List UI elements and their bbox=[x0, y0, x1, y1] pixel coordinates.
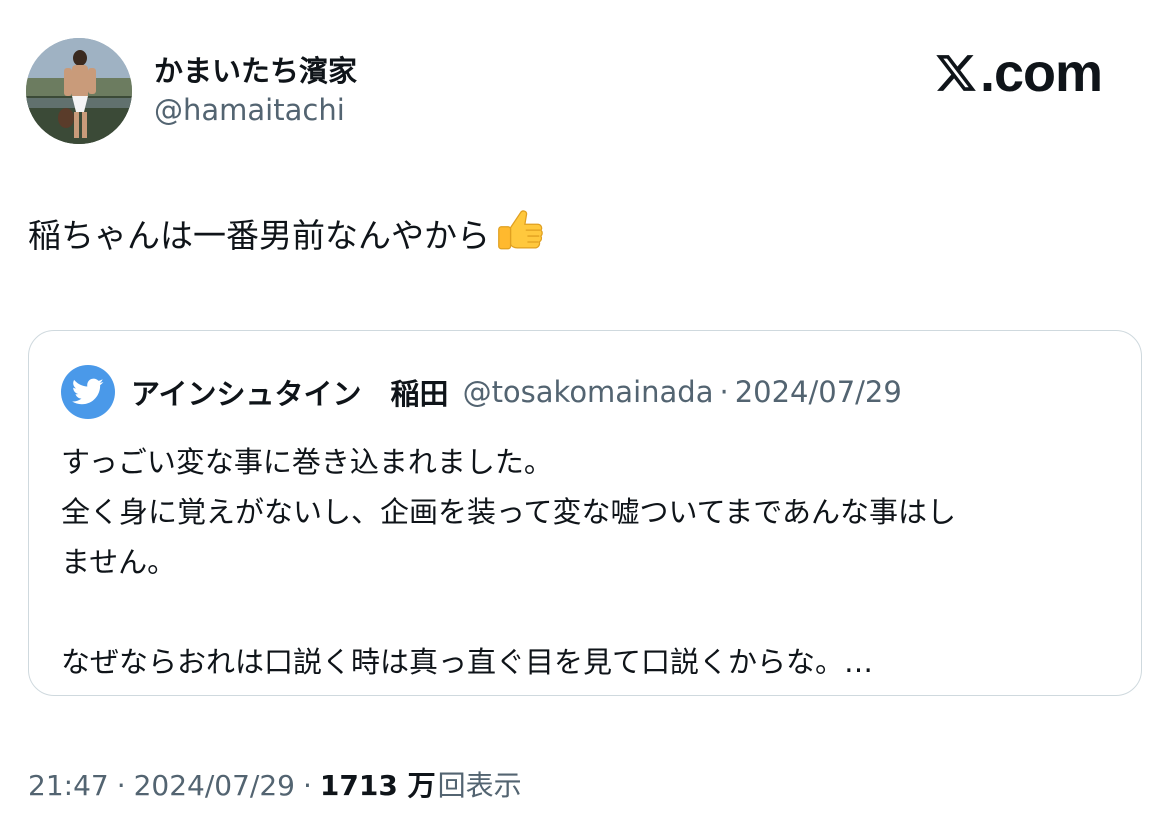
quote-line: すっごい変な事に巻き込まれました。 bbox=[61, 445, 553, 479]
tweet-body: 稲ちゃんは一番男前なんやから bbox=[28, 208, 546, 258]
tweet-meta: 21:47 · 2024/07/29 · 1713 万 回表示 bbox=[28, 764, 522, 804]
thumbs-up-icon bbox=[498, 210, 543, 250]
quote-author-handle[interactable]: @tosakomainada bbox=[463, 375, 714, 409]
view-label: 回表示 bbox=[437, 769, 522, 802]
meta-separator: · bbox=[116, 769, 126, 802]
x-icon bbox=[936, 55, 976, 91]
quote-blank-line bbox=[61, 587, 1121, 637]
quote-author-name[interactable]: アインシュタイン 稲田 bbox=[131, 371, 449, 413]
view-count: 1713 万 bbox=[319, 769, 436, 802]
quote-line: ません。 bbox=[61, 545, 177, 579]
author-display-name[interactable]: かまいたち濱家 bbox=[154, 48, 357, 90]
tweet-text: 稲ちゃんは一番男前なんやから bbox=[28, 216, 490, 255]
quote-date[interactable]: 2024/07/29 bbox=[735, 375, 902, 409]
meta-separator: · bbox=[303, 769, 312, 802]
twitter-bird-icon bbox=[72, 378, 104, 405]
tweet-screenshot: かまいたち濱家 @hamaitachi .com 稲ちゃんは一番男前なんやから … bbox=[0, 0, 1170, 834]
avatar-photo bbox=[26, 38, 132, 144]
quote-separator: · bbox=[719, 375, 729, 409]
x-com-logo: .com bbox=[934, 42, 1103, 104]
quote-line: なぜならおれは口説く時は真っ直ぐ目を見て口説くからな。… bbox=[61, 645, 874, 679]
author-avatar[interactable] bbox=[26, 38, 132, 144]
tweet-date[interactable]: 2024/07/29 bbox=[134, 769, 295, 802]
quote-body: すっごい変な事に巻き込まれました。 全く身に覚えがないし、企画を装って変な嘘つい… bbox=[61, 437, 1121, 687]
quote-author-avatar[interactable] bbox=[61, 365, 115, 419]
author-handle[interactable]: @hamaitachi bbox=[154, 93, 345, 127]
brand-domain: .com bbox=[979, 43, 1103, 103]
quote-header: アインシュタイン 稲田 @tosakomainada · 2024/07/29 bbox=[61, 365, 902, 419]
quoted-tweet-card[interactable]: アインシュタイン 稲田 @tosakomainada · 2024/07/29 … bbox=[28, 330, 1142, 696]
tweet-time[interactable]: 21:47 bbox=[28, 769, 109, 802]
quote-line: 全く身に覚えがないし、企画を装って変な嘘ついてまであんな事はし bbox=[61, 495, 956, 529]
